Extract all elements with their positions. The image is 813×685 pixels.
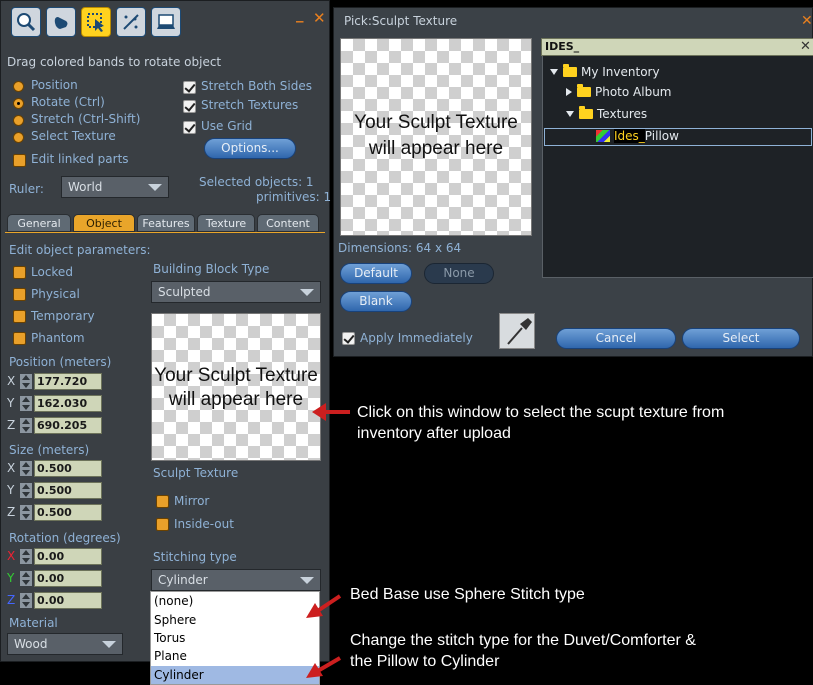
annotation-note-1: Click on this window to select the scupt… bbox=[357, 402, 724, 444]
annotation-arrows bbox=[306, 403, 350, 678]
annotation-note-1-line-2: inventory after upload bbox=[357, 425, 511, 442]
annotation-note-2: Bed Base use Sphere Stitch type bbox=[350, 586, 585, 603]
arrow-to-sphere bbox=[306, 594, 342, 618]
arrow-to-cylinder bbox=[306, 656, 342, 678]
annotation-note-3-line-1: Change the stitch type for the Duvet/Com… bbox=[350, 632, 696, 649]
annotation-note-3-line-2: the Pillow to Cylinder bbox=[350, 653, 500, 670]
annotation-note-1-line-1: Click on this window to select the scupt… bbox=[357, 404, 725, 421]
annotation-note-3: Change the stitch type for the Duvet/Com… bbox=[350, 630, 696, 672]
arrow-to-preview bbox=[312, 403, 350, 421]
